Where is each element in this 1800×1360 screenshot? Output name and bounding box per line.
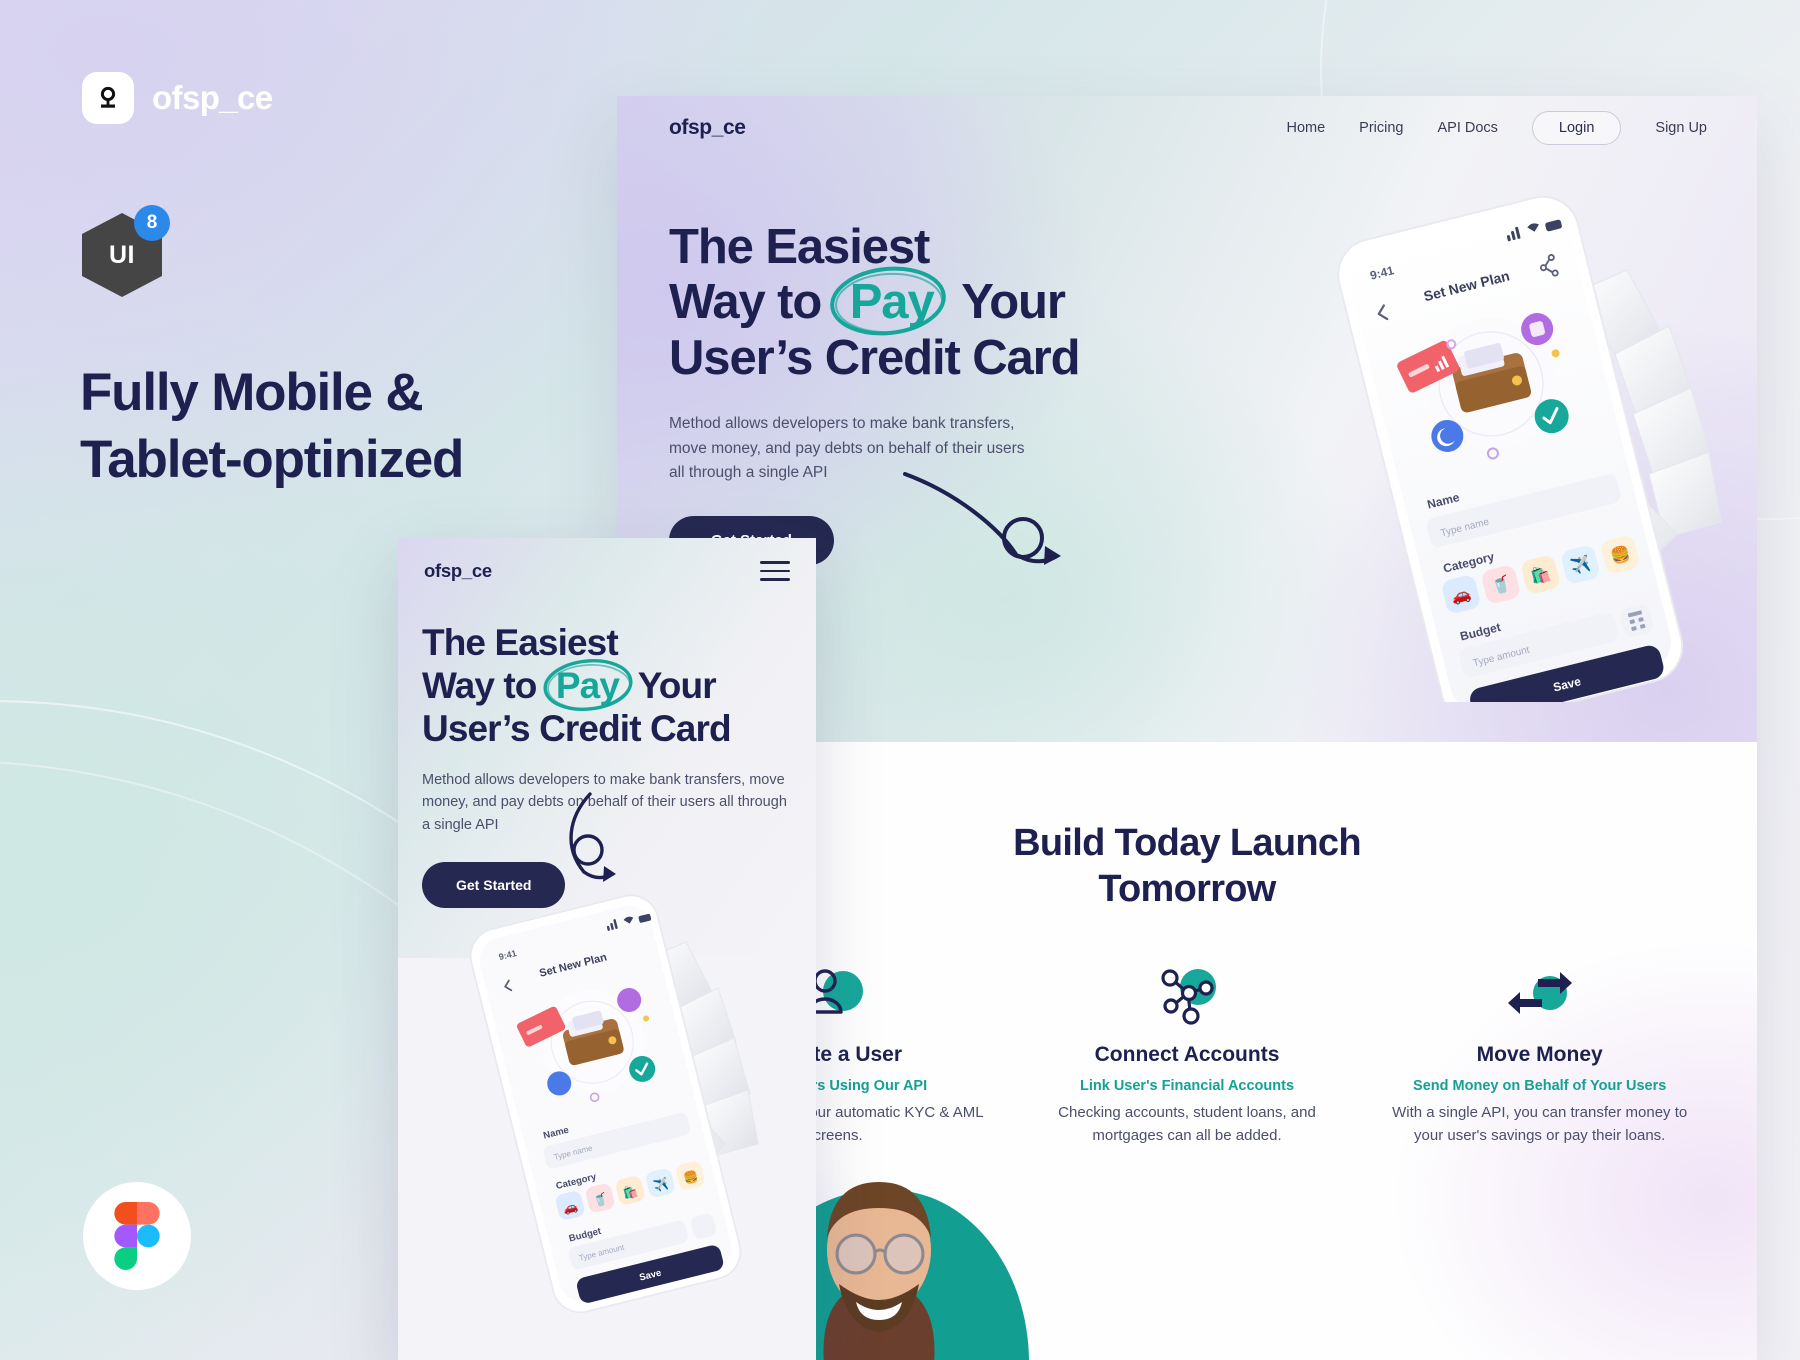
mobile-phone-in-hand-illustration: 9:41 Set New Plan Name Type name Categor…	[469, 894, 759, 1314]
hero-title-line2: Way to Pay Your	[669, 267, 1139, 336]
mobile-title-line2-b: Your	[637, 664, 717, 706]
feature-title: Move Money	[1476, 1042, 1603, 1066]
hero-title-highlight-pay: Pay	[829, 267, 950, 336]
brand-lockup: ofsp_ce	[82, 72, 273, 124]
mobile-title-line3: User’s Credit Card	[422, 707, 732, 749]
mobile-hero-title: The Easiest Way to Pay Your User’s Credi	[422, 622, 792, 751]
feature-title: Connect Accounts	[1094, 1042, 1280, 1066]
hand-drawn-circle-icon	[543, 658, 633, 711]
ui8-badge: UI 8	[82, 205, 192, 297]
phone-in-hand-illustration: 9:41 Set New Plan Name Type name Categor…	[1337, 195, 1722, 702]
poster-headline-line1: Fully Mobile &	[80, 363, 424, 422]
mobile-nav-logo[interactable]: ofsp_ce	[424, 560, 492, 582]
poster-canvas: ofsp_ce UI 8 Fully Mobile & Tablet-optin…	[0, 0, 1800, 1360]
mobile-title-highlight-pay: Pay	[543, 658, 633, 711]
login-button[interactable]: Login	[1531, 111, 1622, 145]
hero-title-line2-a: Way to	[669, 275, 822, 330]
nav-link-api-docs[interactable]: API Docs	[1437, 120, 1497, 136]
feature-subtitle: Link User's Financial Accounts	[1079, 1077, 1295, 1094]
mobile-title-line2: Way to Pay Your	[422, 658, 792, 711]
nav-link-pricing[interactable]: Pricing	[1359, 120, 1403, 136]
feature-body: With a single API, you can transfer mone…	[1392, 1103, 1688, 1144]
features-title-line1: Build Today Launch	[1013, 822, 1361, 864]
poster-headline: Fully Mobile & Tablet-optinized	[80, 360, 620, 494]
mobile-mockup: ofsp_ce The Easiest Way to Pay Your User…	[398, 538, 816, 1360]
ui8-label: UI	[109, 240, 135, 269]
feature-card-connect-accounts: Connect Accounts Link User's Financial A…	[1018, 961, 1357, 1148]
ui8-count-badge: 8	[134, 205, 170, 241]
hamburger-menu-icon[interactable]	[760, 561, 790, 581]
signup-button[interactable]: Sign Up	[1655, 120, 1707, 136]
network-nodes-icon	[1030, 961, 1345, 1031]
hand-drawn-circle-icon	[829, 267, 946, 336]
mobile-title-line2-a: Way to	[422, 664, 537, 706]
desktop-hero-title: The Easiest Way to Pay Your User’s Credi	[669, 220, 1139, 386]
feature-subtitle: Send Money on Behalf of Your Users	[1413, 1077, 1667, 1094]
brand-name: ofsp_ce	[152, 79, 273, 116]
nav-link-home[interactable]: Home	[1286, 120, 1325, 136]
curved-arrow-icon	[569, 792, 616, 882]
hero-title-line2-b: Your	[961, 275, 1066, 330]
feature-body: Checking accounts, student loans, and mo…	[1058, 1103, 1316, 1144]
ofspace-mark-icon	[82, 72, 134, 124]
figma-logo-icon	[83, 1182, 191, 1290]
feature-card-move-money: Move Money Send Money on Behalf of Your …	[1370, 961, 1709, 1148]
curved-arrow-icon	[903, 472, 1061, 565]
desktop-navbar: ofsp_ce Home Pricing API Docs Login Sign…	[617, 96, 1757, 160]
transfer-arrows-icon	[1382, 961, 1697, 1031]
desktop-nav-logo[interactable]: ofsp_ce	[669, 116, 746, 140]
mobile-navbar: ofsp_ce	[398, 538, 816, 604]
poster-headline-line2: Tablet-optinized	[80, 429, 464, 489]
